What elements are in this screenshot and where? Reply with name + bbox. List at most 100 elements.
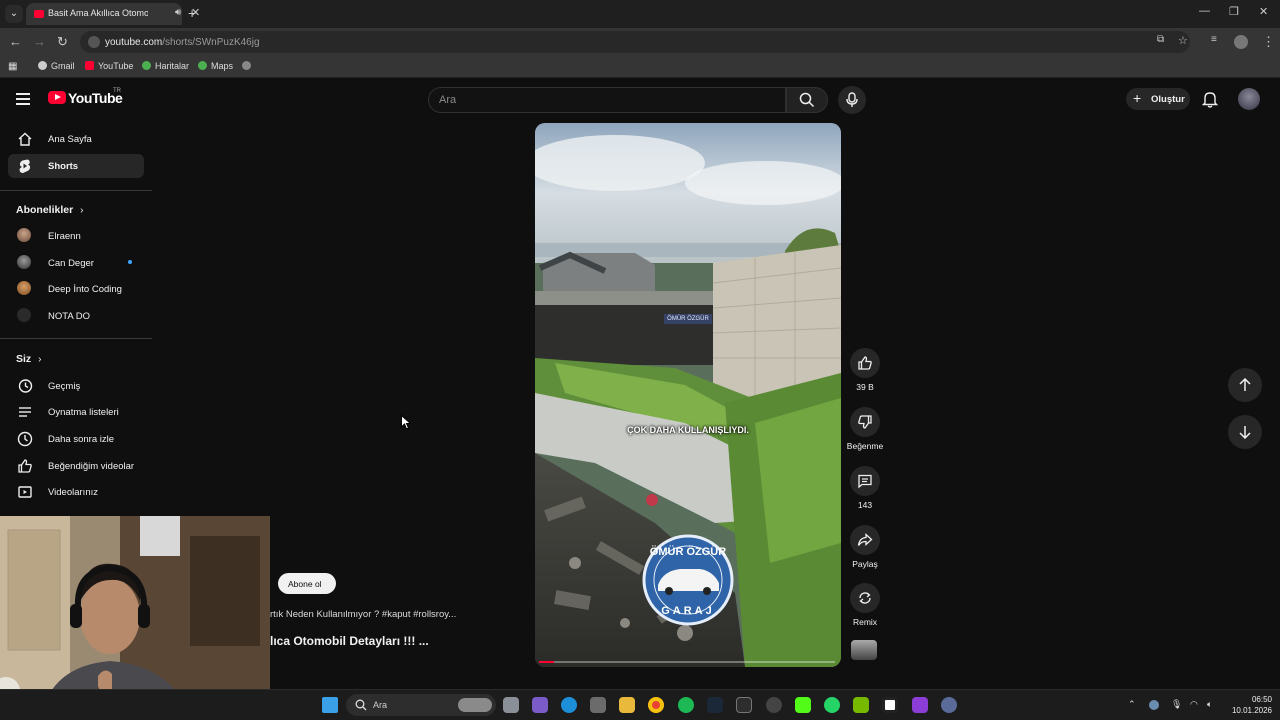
- you-header[interactable]: Siz ›: [16, 353, 41, 365]
- new-tab-button[interactable]: +: [188, 5, 196, 21]
- like-button[interactable]: 39 B: [846, 348, 884, 392]
- back-icon[interactable]: ←: [9, 34, 22, 49]
- taskbar-clock[interactable]: 06:50 10.01.2026: [1226, 694, 1272, 716]
- globe-icon: [242, 61, 251, 70]
- chrome-icon[interactable]: [648, 697, 664, 713]
- previous-short-button[interactable]: [1228, 368, 1262, 402]
- comments-button[interactable]: 143: [846, 466, 884, 510]
- install-app-icon[interactable]: ⧉: [1157, 34, 1164, 45]
- sidebar-divider: [0, 190, 152, 191]
- steam-icon[interactable]: [707, 697, 723, 713]
- share-button-circle[interactable]: [850, 525, 880, 555]
- terminal-icon[interactable]: [736, 697, 752, 713]
- widgets-icon[interactable]: [532, 697, 548, 713]
- store-icon[interactable]: [590, 697, 606, 713]
- globe-bookmark-icon[interactable]: [242, 61, 255, 71]
- file-explorer-icon[interactable]: [619, 697, 635, 713]
- n-app-icon[interactable]: [912, 697, 928, 713]
- sidebar-item-your-videos[interactable]: Videolarınız: [8, 480, 144, 504]
- maximize-icon[interactable]: ❐: [1229, 5, 1239, 18]
- bookmark-label: Gmail: [51, 61, 75, 71]
- tab-audio-icon[interactable]: 🔊︎: [175, 7, 181, 18]
- volume-icon[interactable]: 🔈︎: [1207, 699, 1212, 710]
- sidebar-sub-nota-do[interactable]: NOTA DO: [8, 304, 144, 328]
- edge-icon[interactable]: [561, 697, 577, 713]
- sidebar-item-watch-later[interactable]: Daha sonra izle: [8, 427, 144, 451]
- sidebar-sub-can-deger[interactable]: Can Deger: [8, 251, 144, 275]
- bookmark-haritalar[interactable]: Haritalar: [142, 61, 189, 71]
- subscriptions-header[interactable]: Abonelikler ›: [16, 204, 83, 216]
- taskbar-search[interactable]: Ara: [346, 694, 496, 716]
- profile-icon[interactable]: [1234, 35, 1248, 49]
- whatsapp-icon[interactable]: [824, 697, 840, 713]
- remix-button[interactable]: Remix: [846, 583, 884, 627]
- search-box[interactable]: [428, 87, 786, 113]
- g-app-icon[interactable]: [882, 697, 898, 713]
- browser-tab[interactable]: Basit Ama Akıllıca Otomobil 🔊︎ ✕: [26, 3, 200, 25]
- video-icon: [18, 486, 32, 498]
- next-short-button[interactable]: [1228, 415, 1262, 449]
- short-description[interactable]: rtık Neden Kullanılmıyor ? #kaput #rolls…: [270, 609, 456, 620]
- bookmark-gmail[interactable]: Gmail: [38, 61, 75, 71]
- nvidia-icon[interactable]: [853, 697, 869, 713]
- spotify-icon[interactable]: [678, 697, 694, 713]
- map-pin-icon: [198, 61, 207, 70]
- media-controls-icon[interactable]: ≡: [1211, 34, 1217, 45]
- voice-search-button[interactable]: [838, 86, 866, 114]
- minimize-icon[interactable]: —: [1199, 5, 1210, 17]
- settings-gear-icon[interactable]: [766, 697, 782, 713]
- tab-title: Basit Ama Akıllıca Otomobil: [48, 8, 148, 18]
- search-button[interactable]: [786, 87, 828, 113]
- share-button[interactable]: Paylaş: [846, 525, 884, 569]
- reload-icon[interactable]: ↻: [57, 34, 68, 50]
- plus-icon: +: [1133, 90, 1142, 106]
- site-info-icon[interactable]: [88, 36, 100, 48]
- sidebar-item-home[interactable]: Ana Sayfa: [8, 127, 144, 151]
- bookmark-maps[interactable]: Maps: [198, 61, 233, 71]
- sidebar-divider: [0, 338, 152, 339]
- tab-search-button[interactable]: ⌄: [5, 5, 23, 23]
- wifi-icon[interactable]: ◠: [1190, 699, 1198, 710]
- hamburger-menu-icon[interactable]: [16, 93, 30, 105]
- bookmark-label: YouTube: [98, 61, 134, 71]
- search-input[interactable]: [439, 92, 769, 108]
- tray-mic-icon[interactable]: 🎙︎: [1171, 699, 1182, 710]
- window-close-icon[interactable]: ✕: [1259, 5, 1268, 18]
- kick-icon[interactable]: [795, 697, 811, 713]
- sidebar-sub-elraenn[interactable]: Elraenn: [8, 224, 144, 248]
- start-menu-icon[interactable]: [322, 697, 338, 713]
- youtube-logo-icon[interactable]: [48, 91, 66, 104]
- bookmark-star-icon[interactable]: ☆: [1178, 34, 1188, 47]
- shorts-video-player[interactable]: ÖMÜR ÖZGÜR GARAJ ÖMÜR ÖZGÜR ÇOK DAHA KUL…: [535, 123, 841, 667]
- dislike-button[interactable]: Beğenme: [846, 407, 884, 451]
- sidebar-item-history[interactable]: Geçmiş: [8, 374, 144, 398]
- video-progress-bar[interactable]: [539, 661, 835, 663]
- tray-overflow-icon[interactable]: ⌃: [1128, 699, 1136, 710]
- sidebar-item-shorts[interactable]: Shorts: [8, 154, 144, 178]
- tray-app-icon[interactable]: [1149, 700, 1159, 710]
- gmail-icon: [38, 61, 47, 70]
- sidebar-item-liked-videos[interactable]: Beğendiğim videolar: [8, 454, 144, 478]
- account-avatar[interactable]: [1238, 88, 1260, 110]
- apps-grid-icon[interactable]: ▦: [8, 61, 17, 72]
- sidebar-item-playlists[interactable]: Oynatma listeleri: [8, 400, 144, 424]
- forward-icon[interactable]: →: [33, 34, 46, 49]
- audio-source-thumbnail[interactable]: [851, 640, 877, 660]
- like-button-circle[interactable]: [850, 348, 880, 378]
- subscribe-button[interactable]: Abone ol: [278, 573, 336, 594]
- bookmark-youtube[interactable]: YouTube: [85, 61, 133, 71]
- sidebar-sub-deep-into-coding[interactable]: Deep İnto Coding: [8, 277, 144, 301]
- arrow-down-icon: [1239, 426, 1251, 439]
- comments-button-circle[interactable]: [850, 466, 880, 496]
- browser-menu-icon[interactable]: ⋮: [1262, 34, 1275, 50]
- url-bar[interactable]: youtube.com/shorts/SWnPuzK46jg: [80, 31, 1190, 53]
- avatar: [17, 255, 31, 269]
- clock-time: 06:50: [1251, 695, 1272, 704]
- create-button[interactable]: + Oluştur: [1126, 88, 1190, 110]
- task-view-icon[interactable]: [503, 697, 519, 713]
- dislike-button-circle[interactable]: [850, 407, 880, 437]
- notifications-bell-icon[interactable]: [1202, 90, 1218, 108]
- short-title[interactable]: lıca Otomobil Detayları !!! ...: [270, 634, 429, 648]
- remix-button-circle[interactable]: [850, 583, 880, 613]
- app-icon[interactable]: [941, 697, 957, 713]
